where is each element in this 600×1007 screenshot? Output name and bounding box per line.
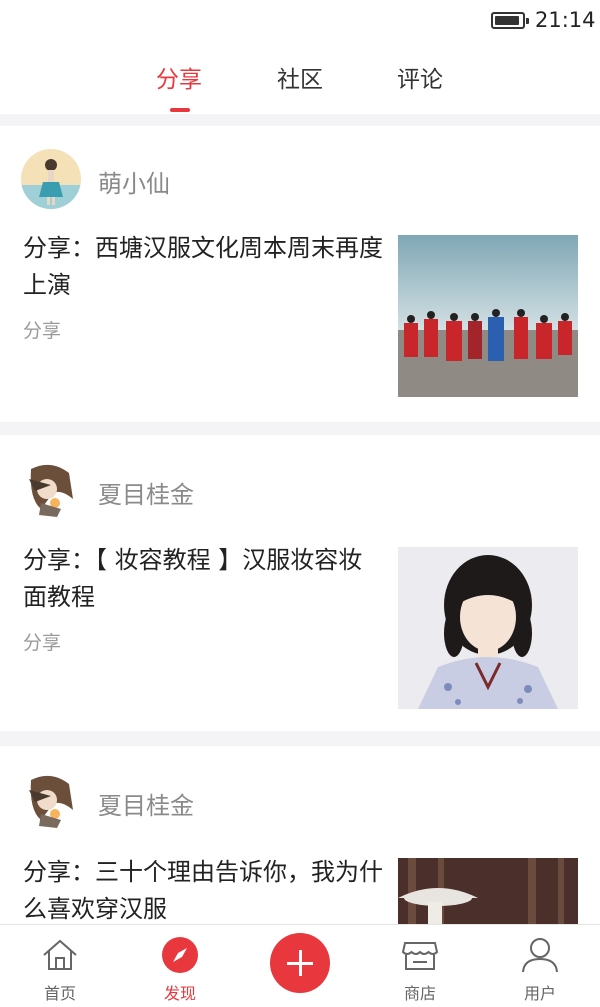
- nav-home-label: 首页: [43, 984, 76, 1003]
- active-tab-indicator: [170, 108, 190, 112]
- nav-user-label: 用户: [523, 984, 556, 1003]
- post-author[interactable]: 夏目桂金: [98, 786, 194, 821]
- post-card[interactable]: 萌小仙 分享：西塘汉服文化周本周末再度上演 分享: [0, 126, 600, 422]
- post-author[interactable]: 夏目桂金: [98, 475, 194, 510]
- post-title[interactable]: 分享：西塘汉服文化周本周末再度上演: [23, 230, 383, 304]
- post-title[interactable]: 分享：【 妆容教程 】汉服妆容妆面教程: [23, 542, 383, 616]
- top-tab-bar: 分享 社区 评论: [0, 42, 600, 114]
- add-post-button[interactable]: [270, 933, 330, 993]
- post-tag: 分享: [23, 320, 62, 342]
- nav-discover[interactable]: 发现: [120, 925, 240, 1007]
- tab-community[interactable]: 社区: [277, 60, 323, 94]
- nav-store[interactable]: 商店: [360, 925, 480, 1007]
- post-card[interactable]: 夏目桂金 分享：三十个理由告诉你，我为什么喜欢穿汉服: [0, 746, 600, 926]
- home-icon: [43, 939, 77, 970]
- tab-comments[interactable]: 评论: [397, 60, 443, 94]
- battery-icon: [491, 12, 529, 29]
- post-thumbnail[interactable]: [398, 235, 578, 397]
- user-icon: [522, 938, 558, 973]
- status-time: 21:14: [535, 8, 596, 32]
- post-tag: 分享: [23, 632, 62, 654]
- tab-share[interactable]: 分享: [156, 60, 202, 94]
- compass-icon: [162, 937, 198, 973]
- avatar-anime-icon[interactable]: [21, 459, 81, 519]
- post-card[interactable]: 夏目桂金 分享：【 妆容教程 】汉服妆容妆面教程 分享: [0, 435, 600, 731]
- nav-discover-label: 发现: [163, 984, 196, 1003]
- post-title[interactable]: 分享：三十个理由告诉你，我为什么喜欢穿汉服: [23, 854, 383, 928]
- status-bar: 21:14: [0, 0, 600, 42]
- nav-store-label: 商店: [403, 984, 436, 1003]
- store-icon: [401, 942, 439, 970]
- post-thumbnail[interactable]: [398, 858, 578, 926]
- avatar-girl-icon[interactable]: [21, 149, 81, 209]
- post-thumbnail[interactable]: [398, 547, 578, 709]
- nav-user[interactable]: 用户: [480, 925, 600, 1007]
- nav-home[interactable]: 首页: [0, 925, 120, 1007]
- post-author[interactable]: 萌小仙: [98, 164, 170, 199]
- avatar-anime-icon[interactable]: [21, 770, 81, 830]
